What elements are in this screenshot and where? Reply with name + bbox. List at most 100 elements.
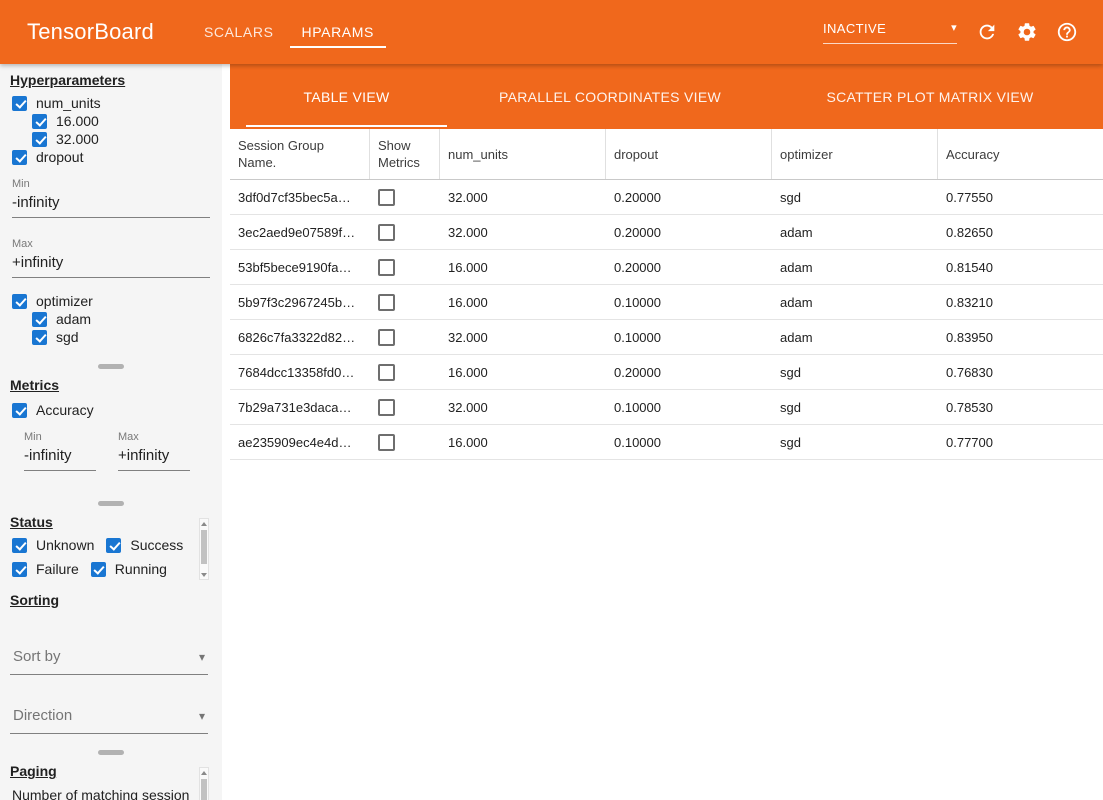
table-row: 53bf5bece9190fa… 16.000 0.20000 adam 0.8… (230, 250, 1103, 285)
app-title[interactable]: TensorBoard (27, 19, 154, 45)
num-units-cell: 16.000 (440, 295, 606, 310)
show-metrics-checkbox[interactable] (378, 259, 395, 276)
show-metrics-cell (370, 364, 440, 381)
status-success-checkbox[interactable]: Success (106, 536, 183, 554)
direction-value: Direction (13, 707, 72, 724)
status-running-checkbox[interactable]: Running (91, 560, 167, 578)
column-header-dropout[interactable]: dropout (606, 129, 772, 179)
column-header-show-metrics[interactable]: Show Metrics (370, 129, 440, 179)
hparam-dropout-checkbox[interactable]: dropout (12, 148, 222, 166)
show-metrics-cell (370, 294, 440, 311)
num-units-value-16-checkbox[interactable]: 16.000 (32, 112, 222, 130)
metric-minmax-fields: Min Max (24, 431, 222, 471)
column-header-accuracy[interactable]: Accuracy (938, 129, 1103, 179)
direction-select[interactable]: Direction ▾ (10, 701, 208, 734)
max-label: Max (118, 431, 190, 443)
dropout-cell: 0.20000 (606, 365, 772, 380)
optimizer-cell: adam (772, 330, 938, 345)
status-unknown-checkbox[interactable]: Unknown (12, 536, 94, 554)
status-running-label: Running (115, 561, 167, 577)
section-resize-handle[interactable] (98, 750, 124, 755)
show-metrics-checkbox[interactable] (378, 329, 395, 346)
settings-button[interactable] (1007, 12, 1047, 52)
tab-table-view[interactable]: TABLE VIEW (230, 64, 463, 129)
status-section: Status Unknown Success Failure Running (0, 514, 222, 578)
scrollbar-thumb[interactable] (201, 779, 207, 800)
metric-min-field: Min (24, 431, 96, 471)
dropout-max-input[interactable] (12, 250, 210, 278)
show-metrics-cell (370, 189, 440, 206)
accuracy-cell: 0.83210 (938, 295, 1103, 310)
column-header-optimizer[interactable]: optimizer (772, 129, 938, 179)
tab-hparams[interactable]: HPARAMS (288, 0, 388, 64)
section-resize-handle[interactable] (98, 364, 124, 369)
show-metrics-checkbox[interactable] (378, 434, 395, 451)
num-units-cell: 16.000 (440, 435, 606, 450)
hparam-optimizer-checkbox[interactable]: optimizer (12, 292, 222, 310)
dropout-min-field: Min (12, 178, 212, 218)
dropout-cell: 0.10000 (606, 435, 772, 450)
dropout-min-input[interactable] (12, 190, 210, 218)
reload-status-dropdown[interactable]: INACTIVE ▾ (823, 21, 957, 44)
paging-summary: Number of matching session groups: 8 (12, 787, 192, 800)
scroll-up-icon[interactable] (200, 768, 208, 777)
show-metrics-checkbox[interactable] (378, 399, 395, 416)
status-success-label: Success (130, 537, 183, 553)
section-resize-handle[interactable] (98, 501, 124, 506)
help-button[interactable] (1047, 12, 1087, 52)
column-header-num-units[interactable]: num_units (440, 129, 606, 179)
tab-scatter-plot-matrix-view[interactable]: SCATTER PLOT MATRIX VIEW (757, 64, 1103, 129)
optimizer-cell: sgd (772, 365, 938, 380)
reload-status-value: INACTIVE (823, 21, 886, 36)
checkbox-checked-icon (12, 403, 27, 418)
show-metrics-checkbox[interactable] (378, 294, 395, 311)
dropout-cell: 0.20000 (606, 190, 772, 205)
topbar: TensorBoard SCALARS HPARAMS INACTIVE ▾ (0, 0, 1103, 64)
show-metrics-checkbox[interactable] (378, 189, 395, 206)
optimizer-value-adam-checkbox[interactable]: adam (32, 310, 222, 328)
status-scrollbar[interactable] (199, 518, 209, 580)
metric-max-field: Max (118, 431, 190, 471)
tab-scalars[interactable]: SCALARS (190, 0, 288, 64)
status-failure-checkbox[interactable]: Failure (12, 560, 79, 578)
dropout-cell: 0.10000 (606, 400, 772, 415)
tab-parallel-coordinates-view[interactable]: PARALLEL COORDINATES VIEW (463, 64, 757, 129)
metric-accuracy-checkbox[interactable]: Accuracy (12, 401, 222, 419)
metric-accuracy-label: Accuracy (36, 402, 94, 418)
scroll-down-icon[interactable] (200, 570, 208, 579)
scroll-up-icon[interactable] (200, 519, 208, 528)
num-units-cell: 32.000 (440, 400, 606, 415)
refresh-button[interactable] (967, 12, 1007, 52)
paging-scrollbar[interactable] (199, 767, 209, 800)
session-group-name-cell: 3ec2aed9e07589f… (230, 225, 370, 240)
metric-min-input[interactable] (24, 443, 96, 471)
table-row: 7684dcc13358fd0… 16.000 0.20000 sgd 0.76… (230, 355, 1103, 390)
optimizer-value-sgd-checkbox[interactable]: sgd (32, 328, 222, 346)
column-header-session-group-name[interactable]: Session Group Name. (230, 129, 370, 179)
show-metrics-cell (370, 259, 440, 276)
chevron-down-icon: ▾ (199, 710, 205, 722)
session-group-name-cell: 3df0d7cf35bec5a… (230, 190, 370, 205)
sort-by-select[interactable]: Sort by ▾ (10, 642, 208, 675)
checkbox-checked-icon (12, 538, 27, 553)
sort-by-value: Sort by (13, 648, 61, 665)
accuracy-cell: 0.82650 (938, 225, 1103, 240)
checkbox-checked-icon (12, 294, 27, 309)
scrollbar-thumb[interactable] (201, 530, 207, 564)
hparam-num-units-checkbox[interactable]: num_units (12, 94, 222, 112)
optimizer-cell: adam (772, 295, 938, 310)
metric-max-input[interactable] (118, 443, 190, 471)
paging-section: Paging Number of matching session groups… (0, 763, 222, 800)
optimizer-cell: sgd (772, 190, 938, 205)
table-row: ae235909ec4e4d… 16.000 0.10000 sgd 0.777… (230, 425, 1103, 460)
accuracy-cell: 0.77550 (938, 190, 1103, 205)
show-metrics-checkbox[interactable] (378, 364, 395, 381)
dropout-cell: 0.10000 (606, 330, 772, 345)
sorting-heading: Sorting (10, 592, 222, 608)
min-label: Min (12, 178, 212, 190)
show-metrics-checkbox[interactable] (378, 224, 395, 241)
status-row: Failure Running (0, 560, 222, 578)
num-units-value-32-checkbox[interactable]: 32.000 (32, 130, 222, 148)
status-heading: Status (10, 514, 222, 530)
session-group-name-cell: 5b97f3c2967245b… (230, 295, 370, 310)
